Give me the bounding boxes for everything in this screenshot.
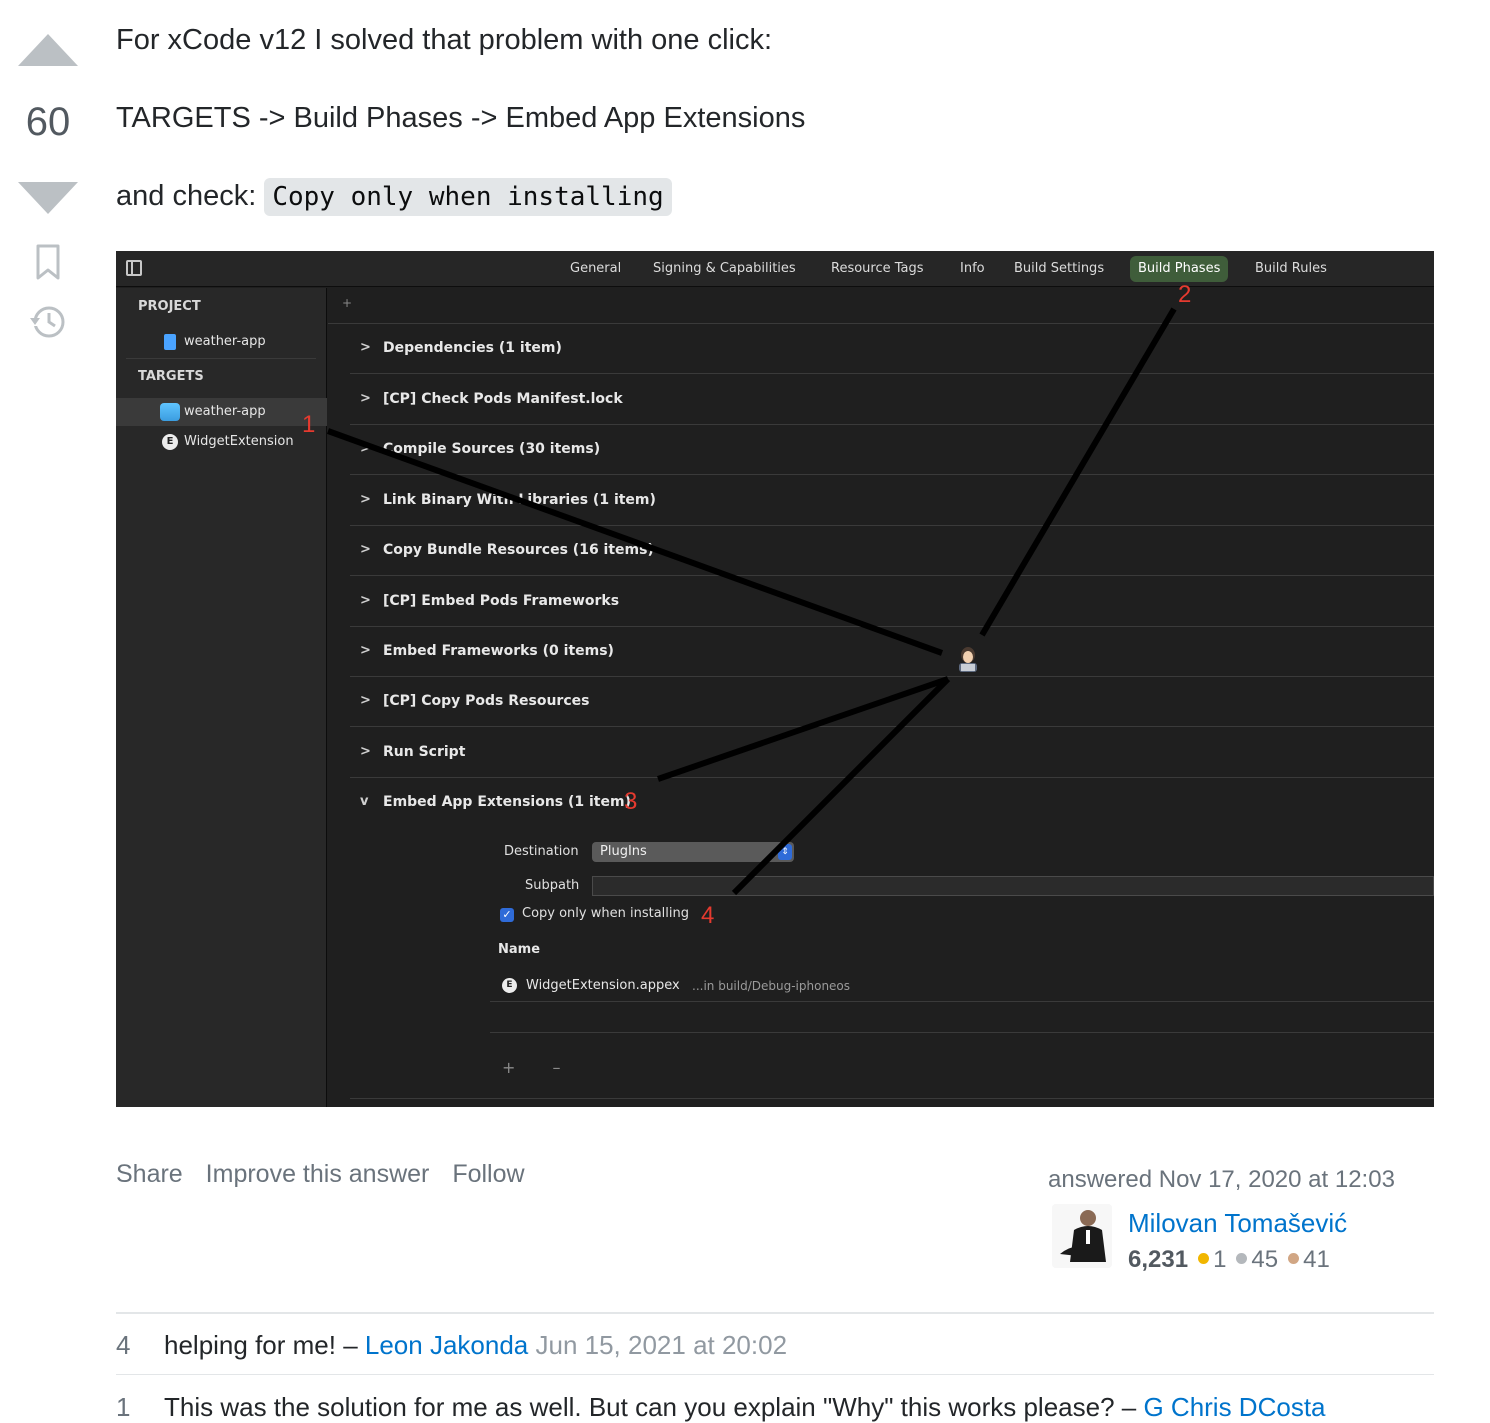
annotation-number: 3 [624, 788, 638, 815]
gold-badge-icon [1198, 1253, 1210, 1264]
divider [116, 1312, 1434, 1314]
comment-score: 1 [116, 1392, 131, 1422]
comment-score: 4 [116, 1330, 131, 1360]
annotation-number: 4 [701, 902, 715, 929]
comment-author-link[interactable]: G Chris DCosta [1143, 1392, 1325, 1422]
divider [116, 1374, 1434, 1375]
xcode-screenshot: General Signing & Capabilities Resource … [116, 251, 1434, 1107]
paragraph-text: and check: [116, 180, 265, 212]
paragraph: TARGETS -> Build Phases -> Embed App Ext… [116, 102, 806, 134]
comment-body: This was the solution for me as well. Bu… [164, 1392, 1326, 1423]
user-reputation: 6,231 1 45 41 [1128, 1246, 1330, 1274]
comment-date: Jun 15, 2021 at 20:02 [528, 1330, 788, 1360]
bronze-badge-count: 41 [1303, 1246, 1330, 1273]
post-menu: Share Improve this answer Follow [116, 1160, 541, 1189]
silver-badge-icon [1236, 1253, 1248, 1264]
share-link[interactable]: Share [116, 1160, 183, 1188]
comment-body: helping for me! – Leon Jakonda Jun 15, 2… [164, 1330, 787, 1361]
paragraph: For xCode v12 I solved that problem with… [116, 24, 773, 56]
paragraph: and check: Copy only when installing [116, 178, 672, 216]
gold-badge-count: 1 [1213, 1246, 1227, 1273]
comment-text: helping for me! – [164, 1330, 365, 1360]
inline-code: Copy only when installing [264, 178, 672, 216]
annotation-lines [326, 307, 1177, 896]
avatar[interactable] [1052, 1204, 1112, 1268]
user-name-link[interactable]: Milovan Tomašević [1128, 1208, 1347, 1239]
bronze-badge-icon [1288, 1253, 1300, 1264]
comment-author-link[interactable]: Leon Jakonda [365, 1330, 528, 1360]
vote-count: 60 [25, 100, 71, 144]
comment-text: This was the solution for me as well. Bu… [164, 1392, 1144, 1422]
reputation-score: 6,231 [1128, 1246, 1189, 1273]
annotation-number: 1 [302, 411, 316, 438]
silver-badge-count: 45 [1251, 1246, 1279, 1273]
answered-timestamp: answered Nov 17, 2020 at 12:03 [1048, 1166, 1395, 1193]
downvote-arrow-icon[interactable] [16, 180, 80, 216]
person-with-laptop-icon [959, 647, 977, 672]
history-icon[interactable] [28, 302, 68, 342]
improve-answer-link[interactable]: Improve this answer [206, 1160, 430, 1188]
annotation-number: 2 [1178, 281, 1192, 308]
upvote-arrow-icon[interactable] [16, 32, 80, 68]
bookmark-icon[interactable] [28, 242, 68, 282]
user-card: answered Nov 17, 2020 at 12:03 Milovan T… [1048, 1166, 1434, 1276]
follow-link[interactable]: Follow [452, 1160, 524, 1188]
